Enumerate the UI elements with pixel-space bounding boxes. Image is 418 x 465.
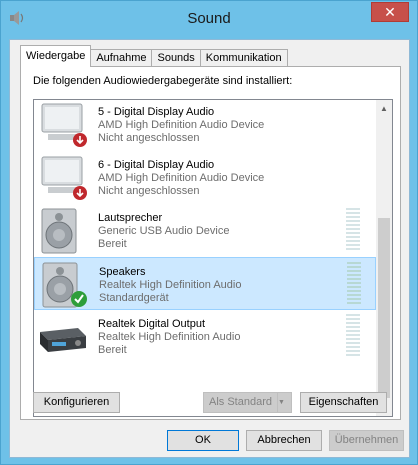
device-name: Speakers [99,266,146,278]
device-list[interactable]: 5 - Digital Display Audio AMD High Defin… [33,99,377,417]
device-status: Bereit [98,238,127,250]
device-item-6-digital-display-audio[interactable]: 6 - Digital Display Audio AMD High Defin… [34,151,376,204]
speaker-icon [42,262,87,308]
scroll-thumb[interactable] [378,218,390,398]
cancel-button[interactable]: Abbrechen [246,430,322,451]
intro-text: Die folgenden Audiowiedergabegeräte sind… [33,75,293,87]
device-item-speakers[interactable]: Speakers Realtek High Definition Audio S… [34,257,376,310]
device-description: AMD High Definition Audio Device [98,172,265,184]
device-name: 6 - Digital Display Audio [98,159,215,171]
receiver-icon [40,328,86,352]
window-title: Sound [187,10,231,27]
device-status: Standardgerät [99,292,169,304]
apply-button[interactable]: Übernehmen [329,430,404,451]
set-default-button[interactable]: Als Standard ▼ [203,392,292,413]
sound-window: Sound ✕ Wiedergabe Aufnahme Sounds Kommu… [0,0,418,465]
device-description: Generic USB Audio Device [98,225,230,237]
device-item-lautsprecher[interactable]: Lautsprecher Generic USB Audio Device Be… [34,204,376,257]
tab-sounds[interactable]: Sounds [151,49,201,67]
set-default-label: Als Standard [209,396,272,408]
tab-kommunikation[interactable]: Kommunikation [199,49,288,67]
device-name: Lautsprecher [98,212,163,224]
device-name: 5 - Digital Display Audio [98,106,215,118]
volume-level-meter [347,262,361,306]
title-bar[interactable]: Sound ✕ [1,1,417,39]
ok-button[interactable]: OK [167,430,239,451]
device-description: AMD High Definition Audio Device [98,119,265,131]
device-description: Realtek High Definition Audio [99,279,242,291]
volume-level-meter [346,208,360,252]
monitor-icon [41,156,87,200]
properties-button[interactable]: Eigenschaften [300,392,387,413]
tab-strip: Wiedergabe Aufnahme Sounds Kommunikation [20,45,288,67]
tab-wiedergabe[interactable]: Wiedergabe [20,45,92,67]
dialog-client: Wiedergabe Aufnahme Sounds Kommunikation… [9,39,410,458]
close-button[interactable]: ✕ [371,2,409,22]
device-item-realtek-digital-output[interactable]: Realtek Digital Output Realtek High Defi… [34,310,376,363]
configure-button[interactable]: Konfigurieren [33,392,120,413]
set-default-dropdown-arrow-icon[interactable]: ▼ [277,393,291,412]
device-item-5-digital-display-audio[interactable]: 5 - Digital Display Audio AMD High Defin… [34,100,376,151]
device-name: Realtek Digital Output [98,318,205,330]
device-status: Nicht angeschlossen [98,132,200,144]
scroll-up-arrow-icon[interactable]: ▲ [376,100,392,117]
device-description: Realtek High Definition Audio [98,331,241,343]
tab-aufnahme[interactable]: Aufnahme [90,49,153,67]
speaker-icon [41,208,77,254]
device-list-scrollbar[interactable]: ▲ ▼ [376,99,393,417]
monitor-icon [41,103,87,147]
device-status: Nicht angeschlossen [98,185,200,197]
playback-panel: Die folgenden Audiowiedergabegeräte sind… [20,66,401,420]
volume-level-meter [346,314,360,358]
device-status: Bereit [98,344,127,356]
